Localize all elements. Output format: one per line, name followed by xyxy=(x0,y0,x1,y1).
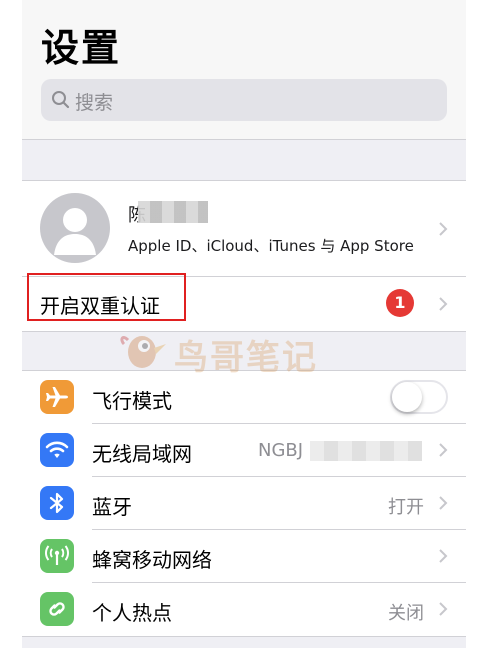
settings-screen: 设置 搜索 陈 Apple ID、iCloud、iTunes 与 App Sto… xyxy=(22,0,466,648)
settings-row-label: 蓝牙 xyxy=(92,495,132,519)
bird-logo-icon xyxy=(120,336,166,368)
watermark: 鸟哥笔记 xyxy=(118,326,328,378)
search-field[interactable]: 搜索 xyxy=(41,79,447,121)
settings-row-wifi[interactable]: 无线局域网 NGBJ xyxy=(22,424,466,476)
apple-id-row[interactable]: 陈 Apple ID、iCloud、iTunes 与 App Store xyxy=(22,181,466,276)
left-margin xyxy=(0,0,22,648)
settings-row-label: 无线局域网 xyxy=(92,442,192,466)
right-margin xyxy=(466,0,489,648)
chevron-right-icon xyxy=(438,601,448,617)
settings-row-cellular[interactable]: 蜂窝移动网络 xyxy=(22,530,466,582)
settings-row-label: 蜂窝移动网络 xyxy=(92,548,212,572)
account-name: 陈 xyxy=(128,201,208,226)
chevron-right-icon xyxy=(438,548,448,564)
bluetooth-icon xyxy=(40,486,74,520)
hotspot-status: 关闭 xyxy=(388,603,424,624)
highlight-box xyxy=(27,273,186,321)
avatar xyxy=(40,193,110,263)
connectivity-group: 飞行模式 无线局域网 NGBJ 蓝牙 打开 蜂窝移动网络 个人热点 关闭 xyxy=(22,370,466,637)
navigation-header: 设置 搜索 xyxy=(22,0,466,140)
wifi-icon xyxy=(40,433,74,467)
name-mosaic xyxy=(138,201,208,223)
watermark-text: 鸟哥笔记 xyxy=(174,338,318,378)
bluetooth-status: 打开 xyxy=(388,497,424,518)
wifi-network-name: NGBJ xyxy=(258,440,304,461)
settings-row-hotspot[interactable]: 个人热点 关闭 xyxy=(22,583,466,635)
chevron-right-icon xyxy=(438,221,448,237)
notification-badge: 1 xyxy=(386,289,414,317)
airplane-icon xyxy=(40,380,74,414)
settings-row-bluetooth[interactable]: 蓝牙 打开 xyxy=(22,477,466,529)
page-title: 设置 xyxy=(41,26,122,70)
network-name-mosaic xyxy=(310,441,422,461)
settings-row-label: 个人热点 xyxy=(92,601,172,625)
chevron-right-icon xyxy=(438,442,448,458)
airplane-mode-toggle[interactable] xyxy=(390,380,448,414)
account-subtitle: Apple ID、iCloud、iTunes 与 App Store xyxy=(128,237,414,255)
cellular-icon xyxy=(40,539,74,573)
hotspot-icon xyxy=(40,592,74,626)
search-icon xyxy=(51,90,71,110)
search-placeholder: 搜索 xyxy=(75,92,114,114)
settings-row-label: 飞行模式 xyxy=(92,389,172,413)
chevron-right-icon xyxy=(438,296,448,312)
chevron-right-icon xyxy=(438,495,448,511)
toggle-knob xyxy=(392,382,422,412)
